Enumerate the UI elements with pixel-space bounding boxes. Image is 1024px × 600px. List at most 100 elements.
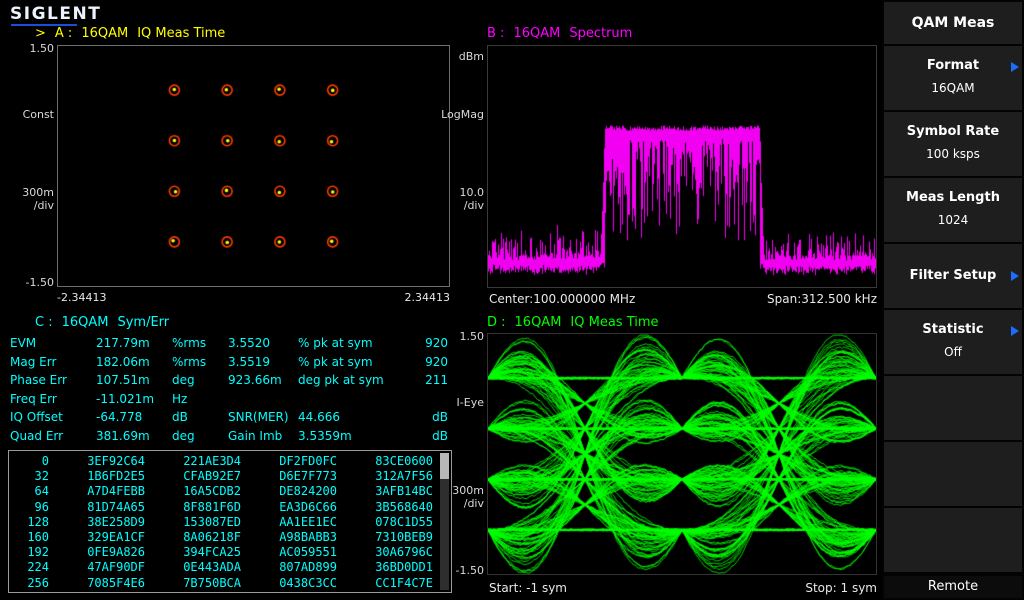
symbol-hex: 7310BEB9 xyxy=(375,529,433,544)
symbol-index: 128 xyxy=(27,514,49,529)
symbol-hex: 3AFB14BC xyxy=(375,484,433,499)
window-c-id: C : xyxy=(35,315,53,330)
a-x-right-label: 2.34413 xyxy=(404,291,451,304)
softkey-label: Filter Setup xyxy=(909,268,997,283)
window-c-title: C : 16QAM Sym/Err xyxy=(35,315,169,330)
meas-value: 3.5359m xyxy=(298,428,352,443)
symbol-hex: DE824200 xyxy=(279,484,337,499)
symbol-hex: 0438C3CC xyxy=(279,575,337,590)
symbol-index: 32 xyxy=(34,469,49,484)
softkey-statistic[interactable]: Statistic Off xyxy=(884,310,1022,374)
window-c-format: 16QAM xyxy=(61,315,109,330)
symbol-hex: 16A5CDB2 xyxy=(183,484,241,499)
symbol-index: 192 xyxy=(27,545,49,560)
symbol-index: 256 xyxy=(27,575,49,590)
meas-row-quad-err: Quad Err 381.69m deg Gain Imb 3.5359m dB xyxy=(10,427,448,446)
meas-row-phase-err: Phase Err 107.51m deg 923.66m deg pk at … xyxy=(10,371,448,390)
softkey-format[interactable]: Format 16QAM xyxy=(884,46,1022,110)
symbol-hex: 1B6FD2E5 xyxy=(87,469,145,484)
eye-canvas xyxy=(488,334,876,574)
softkey-value: 16QAM xyxy=(931,81,975,95)
b-y-axis-name: LogMag xyxy=(441,108,484,121)
symbol-hex: 807AD899 xyxy=(279,560,337,575)
symbol-hex: A98BABB3 xyxy=(279,529,337,544)
softkey-blank-1[interactable] xyxy=(884,376,1022,440)
meas-name: Quad Err xyxy=(10,428,64,443)
symbol-hex: AC059551 xyxy=(279,545,337,560)
meas-value xyxy=(228,390,298,409)
submenu-arrow-icon xyxy=(1011,62,1019,72)
d-y-bottom-label: -1.50 xyxy=(455,564,484,577)
softkey-label: Format xyxy=(926,58,980,73)
symbol-table-scrollbar-thumb[interactable] xyxy=(440,453,449,479)
softkey-meas-length[interactable]: Meas Length 1024 xyxy=(884,178,1022,242)
b-y-scale-unit: /div xyxy=(463,199,484,212)
submenu-arrow-icon xyxy=(1011,271,1019,281)
meas-value: 923.66m xyxy=(228,373,282,387)
siglent-logo: SIGLENT xyxy=(10,4,102,26)
error-summary-table: EVM 217.79m %rms 3.5520 % pk at sym 920 … xyxy=(10,334,448,445)
window-b-id: B : xyxy=(487,26,505,41)
symbol-index: 64 xyxy=(34,484,49,499)
meas-row-freq-err: Freq Err -11.021m Hz xyxy=(10,390,448,409)
window-a-meas-name: IQ Meas Time xyxy=(137,26,226,41)
meas-unit: deg pk at sym xyxy=(298,373,384,387)
meas-unit: deg xyxy=(172,373,195,387)
meas-name: IQ Offset xyxy=(10,410,63,424)
a-y-axis-name: Const xyxy=(22,108,54,121)
symbol-table-row: 256 7085F4E6 7B750BCA 0438C3CC CC1F4C7E xyxy=(9,576,451,591)
symbol-table-row: 32 1B6FD2E5 CFAB92E7 D6E7F773 312A7F56 xyxy=(9,469,451,484)
meas-name: EVM xyxy=(10,336,37,350)
meas-unit: dB xyxy=(432,428,448,443)
symbol-hex: DF2FD0FC xyxy=(279,454,337,468)
symbol-hex: 38E258D9 xyxy=(87,514,145,529)
symbol-table-row: 128 38E258D9 153087ED AA1EE1EC 078C1D55 xyxy=(9,515,451,530)
d-y-top-label: 1.50 xyxy=(459,330,485,343)
meas-unit: dB xyxy=(172,410,188,424)
softkey-value: 100 ksps xyxy=(926,147,980,161)
symbol-hex: 7B750BCA xyxy=(183,575,241,590)
meas-value: -11.021m xyxy=(96,391,155,406)
spectrum-canvas xyxy=(488,46,876,287)
meas-value: 217.79m xyxy=(96,336,150,350)
meas-name: Mag Err xyxy=(10,354,57,369)
meas-value: 3.5520 xyxy=(228,336,270,350)
symbol-index: 160 xyxy=(27,529,49,544)
symbol-table-row: 224 47AF90DF 0E443ADA 807AD899 36BD0DD1 xyxy=(9,560,451,575)
meas-unit: %rms xyxy=(172,336,207,350)
meas-value: 3.5519 xyxy=(228,354,270,369)
symbol-hex: 394FCA25 xyxy=(183,545,241,560)
window-d-format: 16QAM xyxy=(514,315,562,330)
softkey-symbol-rate[interactable]: Symbol Rate 100 ksps xyxy=(884,112,1022,176)
meas-unit: % pk at sym xyxy=(298,336,373,350)
symbol-table-row: 96 81D74A65 8F881F6D EA3D6C66 3B568640 xyxy=(9,500,451,515)
symbol-hex: 221AE3D4 xyxy=(183,454,241,468)
meas-unit: deg xyxy=(172,428,195,443)
a-y-scale-unit: /div xyxy=(33,199,54,212)
symbol-hex: 83CE0600 xyxy=(375,454,433,468)
symbol-table-row: 192 0FE9A826 394FCA25 AC059551 30A6796C xyxy=(9,545,451,560)
softkey-filter-setup[interactable]: Filter Setup xyxy=(884,244,1022,308)
a-x-left-label: -2.34413 xyxy=(57,291,107,304)
symbol-hex: 329EA1CF xyxy=(87,529,145,544)
symbol-hex: 3EF92C64 xyxy=(87,454,145,468)
meas-unit xyxy=(298,390,408,409)
softkey-blank-2[interactable] xyxy=(884,442,1022,506)
meas-name: SNR(MER) xyxy=(228,410,289,424)
instrument-screen: SIGLENT > A : 16QAM IQ Meas Time 1.50 Co… xyxy=(0,0,1024,600)
window-d-id: D : xyxy=(487,315,506,330)
remote-status: Remote xyxy=(884,576,1022,598)
symbol-hex: 47AF90DF xyxy=(87,560,145,575)
symbol-hex-table: 0 3EF92C64 221AE3D4 DF2FD0FC 83CE0600 32… xyxy=(8,450,452,593)
meas-name: Gain Imb xyxy=(228,428,283,443)
softkey-blank-3[interactable] xyxy=(884,508,1022,572)
symbol-hex: CC1F4C7E xyxy=(375,575,433,590)
constellation-plot xyxy=(57,45,450,287)
window-a-id: A : xyxy=(54,26,73,41)
meas-name: Freq Err xyxy=(10,391,57,406)
symbol-hex: EA3D6C66 xyxy=(279,499,337,514)
meas-value: 44.666 xyxy=(298,410,340,424)
window-d-title: D : 16QAM IQ Meas Time xyxy=(487,315,659,330)
symbol-hex: 30A6796C xyxy=(375,545,433,560)
symbol-hex: 0E443ADA xyxy=(183,560,241,575)
